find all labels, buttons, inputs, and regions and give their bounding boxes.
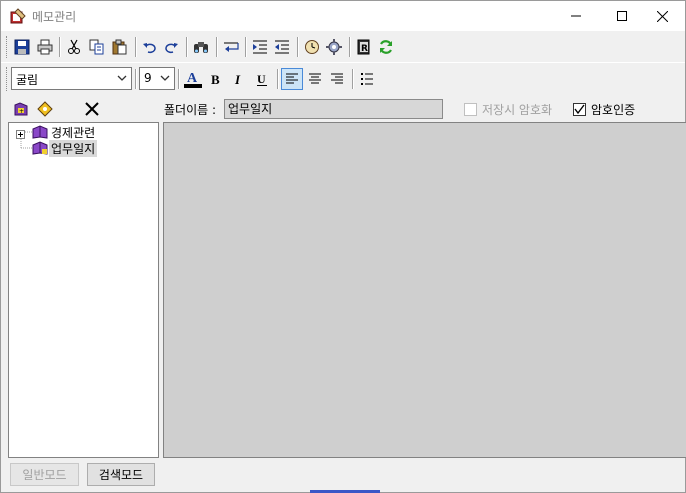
italic-icon[interactable]: I	[228, 68, 250, 90]
paste-icon[interactable]	[109, 36, 131, 58]
tree-item-work-log[interactable]: 업무일지	[31, 139, 98, 157]
folder-tree[interactable]: 경제관련 업무일지	[8, 122, 159, 458]
toolbar-separator	[349, 37, 351, 57]
new-memo-icon[interactable]	[34, 98, 56, 120]
align-right-icon[interactable]	[326, 68, 348, 90]
font-name-value: 굴림	[16, 73, 39, 87]
save-icon[interactable]	[11, 36, 33, 58]
toolbar-separator	[245, 37, 247, 57]
book-folder-icon	[31, 124, 49, 140]
title-bar: 메모관리	[1, 1, 685, 31]
bold-icon[interactable]: B	[205, 68, 227, 90]
svg-text:R: R	[361, 44, 368, 54]
font-size-select[interactable]: 9	[139, 67, 175, 90]
book-folder-icon	[31, 140, 49, 156]
reference-book-icon[interactable]: R	[353, 36, 375, 58]
copy-icon[interactable]	[86, 36, 108, 58]
toolbar-separator	[135, 69, 137, 89]
svg-text:B: B	[211, 72, 220, 87]
folder-name-label: 폴더이름 :	[164, 103, 217, 117]
toolbar-separator	[135, 37, 137, 57]
redo-icon[interactable]	[160, 36, 182, 58]
font-color-icon[interactable]: A	[182, 68, 204, 90]
toolbar-separator	[59, 37, 61, 57]
clock-icon[interactable]	[301, 36, 323, 58]
main-toolbar: R	[1, 33, 685, 61]
find-binoculars-icon[interactable]	[190, 36, 212, 58]
checkmark-icon	[574, 104, 585, 115]
refresh-icon[interactable]	[375, 36, 397, 58]
chevron-down-icon[interactable]	[116, 72, 128, 87]
password-auth-label: 암호인증	[591, 103, 636, 117]
toolbar-separator	[352, 69, 354, 89]
svg-text:A: A	[187, 71, 198, 86]
tree-item-economy[interactable]: 경제관련	[16, 124, 97, 140]
toolbar-separator	[216, 37, 218, 57]
toolbar-separator	[297, 37, 299, 57]
app-memo-icon	[10, 8, 26, 24]
window-title: 메모관리	[32, 10, 77, 24]
normal-mode-button[interactable]: 일반모드	[10, 463, 79, 486]
toolbar-separator	[178, 69, 180, 89]
toolbar-grip[interactable]	[6, 36, 9, 58]
indent-icon[interactable]	[249, 36, 271, 58]
encrypt-on-save-label: 저장시 암호화	[482, 103, 553, 117]
app-window: 메모관리 R 굴림 9 A B I U + 폴더이름: 업무일지 저장시 암호…	[0, 0, 686, 493]
tree-item-label: 경제관련	[51, 125, 96, 140]
svg-text:U: U	[257, 72, 266, 86]
align-left-icon[interactable]	[281, 68, 303, 90]
new-folder-icon[interactable]: +	[10, 98, 32, 120]
delete-x-icon[interactable]	[81, 98, 103, 120]
search-mode-button[interactable]: 검색모드	[87, 463, 155, 486]
toolbar-separator	[186, 37, 188, 57]
font-name-select[interactable]: 굴림	[11, 67, 132, 90]
settings-gear-icon[interactable]	[323, 36, 345, 58]
bullet-list-icon[interactable]	[356, 68, 378, 90]
toolbar-grip[interactable]	[6, 67, 9, 91]
format-toolbar: 굴림 9 A B I U	[1, 62, 685, 94]
undo-icon[interactable]	[139, 36, 161, 58]
close-button[interactable]	[639, 1, 685, 31]
expand-plus-icon[interactable]	[16, 128, 25, 139]
align-center-icon[interactable]	[304, 68, 326, 90]
folder-name-field[interactable]: 업무일지	[224, 99, 443, 119]
svg-text:+: +	[19, 108, 24, 115]
folder-row: + 폴더이름 : 업무일지 저장시 암호화 암호인증	[1, 97, 685, 121]
underline-icon[interactable]: U	[251, 68, 273, 90]
tree-item-label: 업무일지	[49, 139, 98, 157]
memo-editor[interactable]	[163, 122, 686, 458]
toolbar-separator	[277, 69, 279, 89]
chevron-down-icon[interactable]	[159, 72, 171, 87]
font-size-value: 9	[144, 71, 152, 85]
print-icon[interactable]	[34, 36, 56, 58]
password-auth-checkbox[interactable]	[573, 103, 586, 116]
word-wrap-icon[interactable]	[220, 36, 242, 58]
svg-text:I: I	[234, 72, 241, 87]
encrypt-on-save-checkbox[interactable]	[464, 103, 477, 116]
minimize-button[interactable]	[553, 1, 599, 31]
outdent-icon[interactable]	[271, 36, 293, 58]
cut-icon[interactable]	[63, 36, 85, 58]
